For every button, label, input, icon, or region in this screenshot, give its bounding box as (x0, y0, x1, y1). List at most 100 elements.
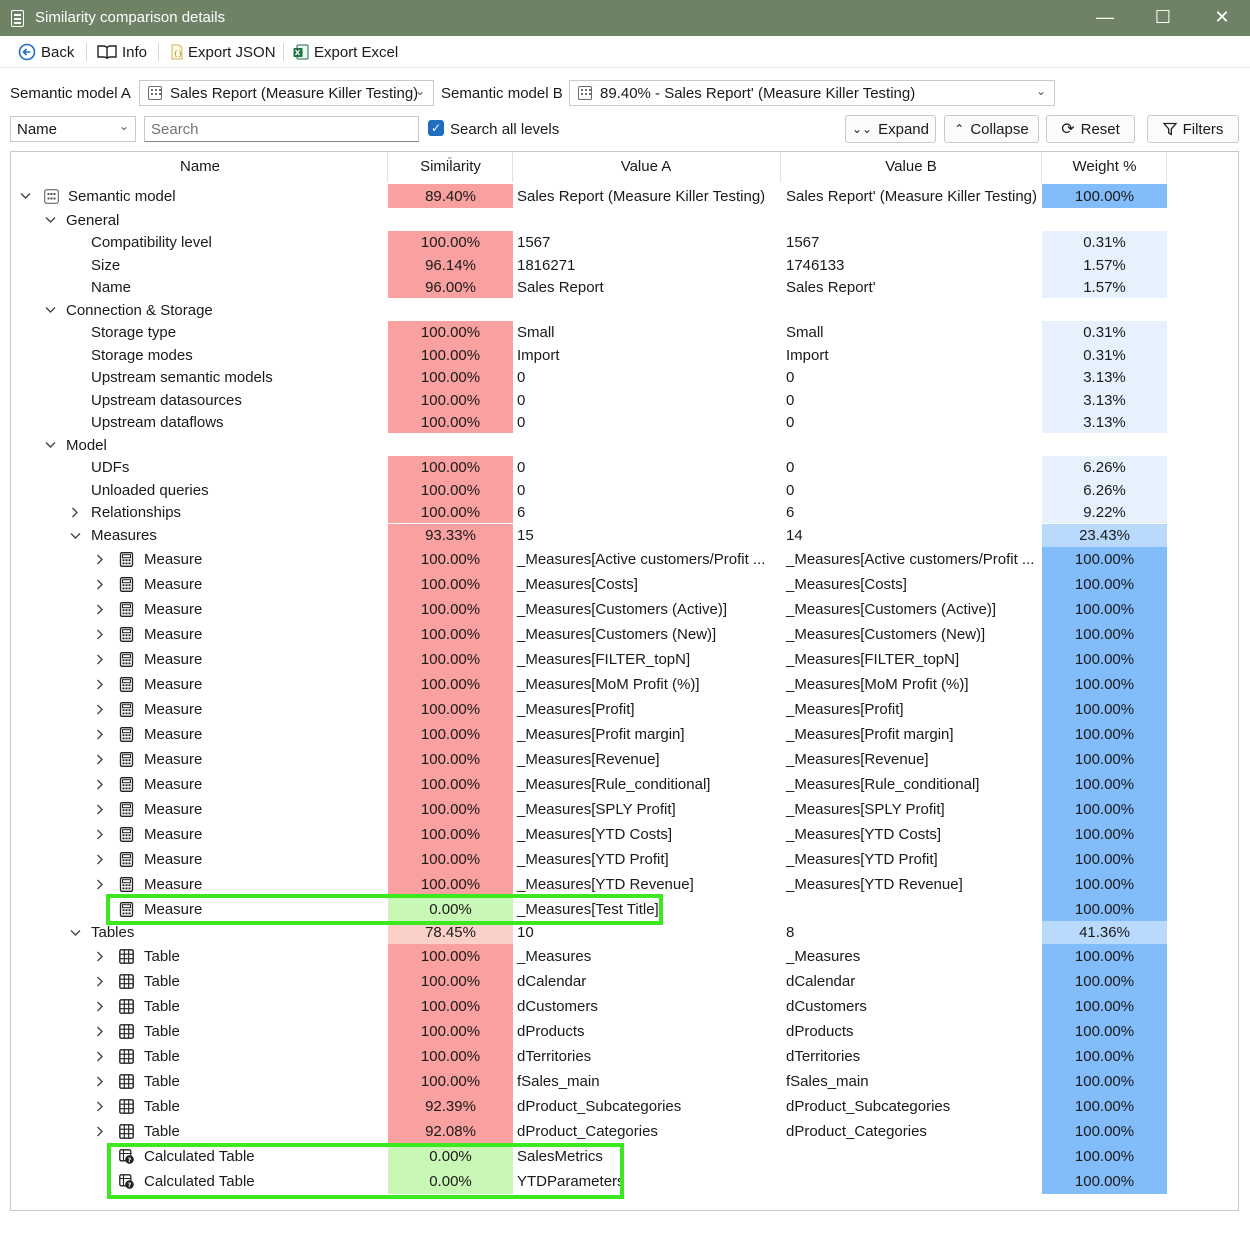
tree-row[interactable]: Upstream semantic models 100.00% 0 0 3.13% (11, 366, 1238, 389)
search-field-select[interactable]: Name ⌄ (10, 116, 136, 142)
semantic-model-b-select[interactable]: 89.40% - Sales Report' (Measure Killer T… (569, 80, 1055, 106)
tree-row[interactable]: Table 92.39% dProduct_Subcategories dProduc… (11, 1094, 1238, 1119)
weight-cell: 100.00% (1042, 822, 1167, 847)
expand-chevron-icon[interactable] (93, 847, 107, 872)
expand-chevron-icon[interactable] (93, 797, 107, 822)
reset-button[interactable]: ⟳ Reset (1046, 115, 1135, 143)
tree-row[interactable]: Measure 100.00% _Measures[Customers (New)]… (11, 622, 1238, 647)
column-header-name[interactable]: Name (150, 158, 250, 175)
search-all-levels-checkbox[interactable]: ✓ (428, 120, 444, 136)
tree-row[interactable]: Table 100.00% dCalendar dCalendar 100.00% (11, 969, 1238, 994)
name-cell: Upstream dataflows (11, 411, 387, 433)
value-b-cell (781, 299, 1042, 321)
tree-row[interactable]: Table 100.00% fSales_main fSales_main 100.00… (11, 1069, 1238, 1094)
value-b-cell (781, 434, 1042, 456)
tree-row[interactable]: Size 96.14% 1816271 1746133 1.57% (11, 254, 1238, 276)
tree-row[interactable]: General (11, 209, 1238, 231)
column-header-similarity[interactable]: Similarity (388, 158, 513, 175)
tree-row[interactable]: Table 100.00% dProducts dProducts 100.00% (11, 1019, 1238, 1044)
tree-row[interactable]: Table 92.08% dProduct_Categories dProduct_C… (11, 1119, 1238, 1144)
expand-chevron-icon[interactable] (93, 747, 107, 772)
export-json-button[interactable]: {} Export JSON (171, 41, 276, 63)
tree-row[interactable]: Measure 100.00% _Measures[MoM Profit (%)] _… (11, 672, 1238, 697)
tree-row[interactable]: Storage type 100.00% Small Small 0.31% (11, 321, 1238, 344)
back-button[interactable]: Back (18, 41, 74, 63)
collapse-chevron-icon[interactable] (68, 524, 82, 547)
tree-row[interactable]: Relationships 100.00% 6 6 9.22% (11, 501, 1238, 523)
export-excel-button[interactable]: Export Excel (293, 41, 398, 63)
tree-row[interactable]: Upstream datasources 100.00% 0 0 3.13% (11, 389, 1238, 411)
minimize-button[interactable]: — (1090, 6, 1120, 30)
tree-row[interactable]: Table 100.00% dTerritories dTerritories 100.… (11, 1044, 1238, 1069)
expand-chevron-icon[interactable] (93, 944, 107, 969)
tree-row[interactable]: Connection & Storage (11, 299, 1238, 321)
filters-button[interactable]: Filters (1147, 115, 1239, 143)
collapse-button[interactable]: ⌃ Collapse (944, 115, 1039, 143)
toolbar-divider (283, 43, 284, 61)
tree-row[interactable]: Table 100.00% _Measures _Measures 100.00% (11, 944, 1238, 969)
tree-row[interactable]: Measures 93.33% 15 14 23.43% (11, 524, 1238, 547)
expand-chevron-icon[interactable] (93, 672, 107, 697)
tree-row[interactable]: Measure 100.00% _Measures[FILTER_topN] _Mea… (11, 647, 1238, 672)
tree-row[interactable]: UDFs 100.00% 0 0 6.26% (11, 456, 1238, 479)
tree-row[interactable]: Measure 100.00% _Measures[Active customers… (11, 547, 1238, 572)
expand-chevron-icon[interactable] (93, 1019, 107, 1044)
tree-row[interactable]: Measure 100.00% _Measures[SPLY Profit] _Mea… (11, 797, 1238, 822)
expand-chevron-icon[interactable] (93, 1069, 107, 1094)
collapse-chevron-icon[interactable] (43, 299, 57, 321)
tree-row[interactable]: Measure 100.00% _Measures[Profit margin] _M… (11, 722, 1238, 747)
tree-row[interactable]: Measure 100.00% _Measures[Revenue] _Measure… (11, 747, 1238, 772)
tree-row[interactable]: Table 100.00% dCustomers dCustomers 100.00% (11, 994, 1238, 1019)
column-header-value-b[interactable]: Value B (861, 158, 961, 175)
tree-row[interactable]: Measure 100.00% _Measures[Rule_conditional… (11, 772, 1238, 797)
expand-chevron-icon[interactable] (93, 994, 107, 1019)
expand-chevron-icon[interactable] (93, 822, 107, 847)
tree-row[interactable]: Semantic model 89.40% Sales Report (Measur… (11, 184, 1238, 208)
maximize-button[interactable]: ☐ (1148, 6, 1178, 30)
collapse-chevron-icon[interactable] (68, 921, 82, 944)
expand-button[interactable]: ⌄⌄ Expand (845, 115, 936, 143)
item-name: Upstream datasources (91, 391, 242, 409)
expand-chevron-icon[interactable] (93, 622, 107, 647)
expand-chevron-icon[interactable] (93, 772, 107, 797)
tree-row[interactable]: Compatibility level 100.00% 1567 1567 0.31% (11, 231, 1238, 254)
table-icon (119, 948, 137, 966)
value-a-cell: _Measures (517, 948, 592, 965)
item-name: Compatibility level (91, 234, 212, 251)
tree-row[interactable]: Measure 100.00% _Measures[Customers (Activ… (11, 597, 1238, 622)
expand-chevron-icon[interactable] (93, 969, 107, 994)
column-header-value-a[interactable]: Value A (596, 158, 696, 175)
search-input[interactable] (144, 116, 419, 142)
info-button[interactable]: Info (97, 41, 147, 63)
expand-chevron-icon[interactable] (93, 647, 107, 672)
tree-row[interactable]: Name 96.00% Sales Report Sales Report' 1.57% (11, 276, 1238, 298)
expand-chevron-icon[interactable] (68, 501, 82, 523)
tree-row[interactable]: Upstream dataflows 100.00% 0 0 3.13% (11, 411, 1238, 433)
tree-row[interactable]: Storage modes 100.00% Import Import 0.31% (11, 344, 1238, 366)
expand-chevron-icon[interactable] (93, 697, 107, 722)
tree-row[interactable]: Unloaded queries 100.00% 0 0 6.26% (11, 479, 1238, 501)
expand-chevron-icon[interactable] (93, 572, 107, 597)
tree-row[interactable]: Measure 100.00% _Measures[YTD Profit] _Meas… (11, 847, 1238, 872)
tree-row[interactable]: Measure 100.00% _Measures[YTD Costs] _Measu… (11, 822, 1238, 847)
expand-chevron-icon[interactable] (93, 597, 107, 622)
expand-chevron-icon[interactable] (93, 1119, 107, 1144)
expand-chevron-icon[interactable] (93, 872, 107, 897)
tree-row[interactable]: Measure 100.00% _Measures[Profit] _Measures… (11, 697, 1238, 722)
tree-row[interactable]: Model (11, 434, 1238, 456)
tree-row[interactable]: Measure 100.00% _Measures[Costs] _Measures[… (11, 572, 1238, 597)
expand-chevron-icon[interactable] (93, 722, 107, 747)
table-icon (119, 1048, 137, 1066)
expand-chevron-icon[interactable] (93, 547, 107, 572)
collapse-chevron-icon[interactable] (43, 434, 57, 456)
similarity-cell: 100.00% (388, 321, 513, 344)
close-button[interactable]: ✕ (1207, 6, 1237, 30)
expand-chevron-icon[interactable] (93, 1094, 107, 1119)
collapse-chevron-icon[interactable] (18, 184, 32, 208)
expand-chevron-icon[interactable] (93, 1044, 107, 1069)
item-name: Name (91, 278, 132, 296)
value-b-cell: 1746133 (786, 256, 845, 274)
column-header-weight[interactable]: Weight % (1042, 158, 1167, 175)
collapse-chevron-icon[interactable] (43, 209, 57, 231)
semantic-model-a-select[interactable]: Sales Report (Measure Killer Testing) ⌄ (139, 80, 434, 106)
